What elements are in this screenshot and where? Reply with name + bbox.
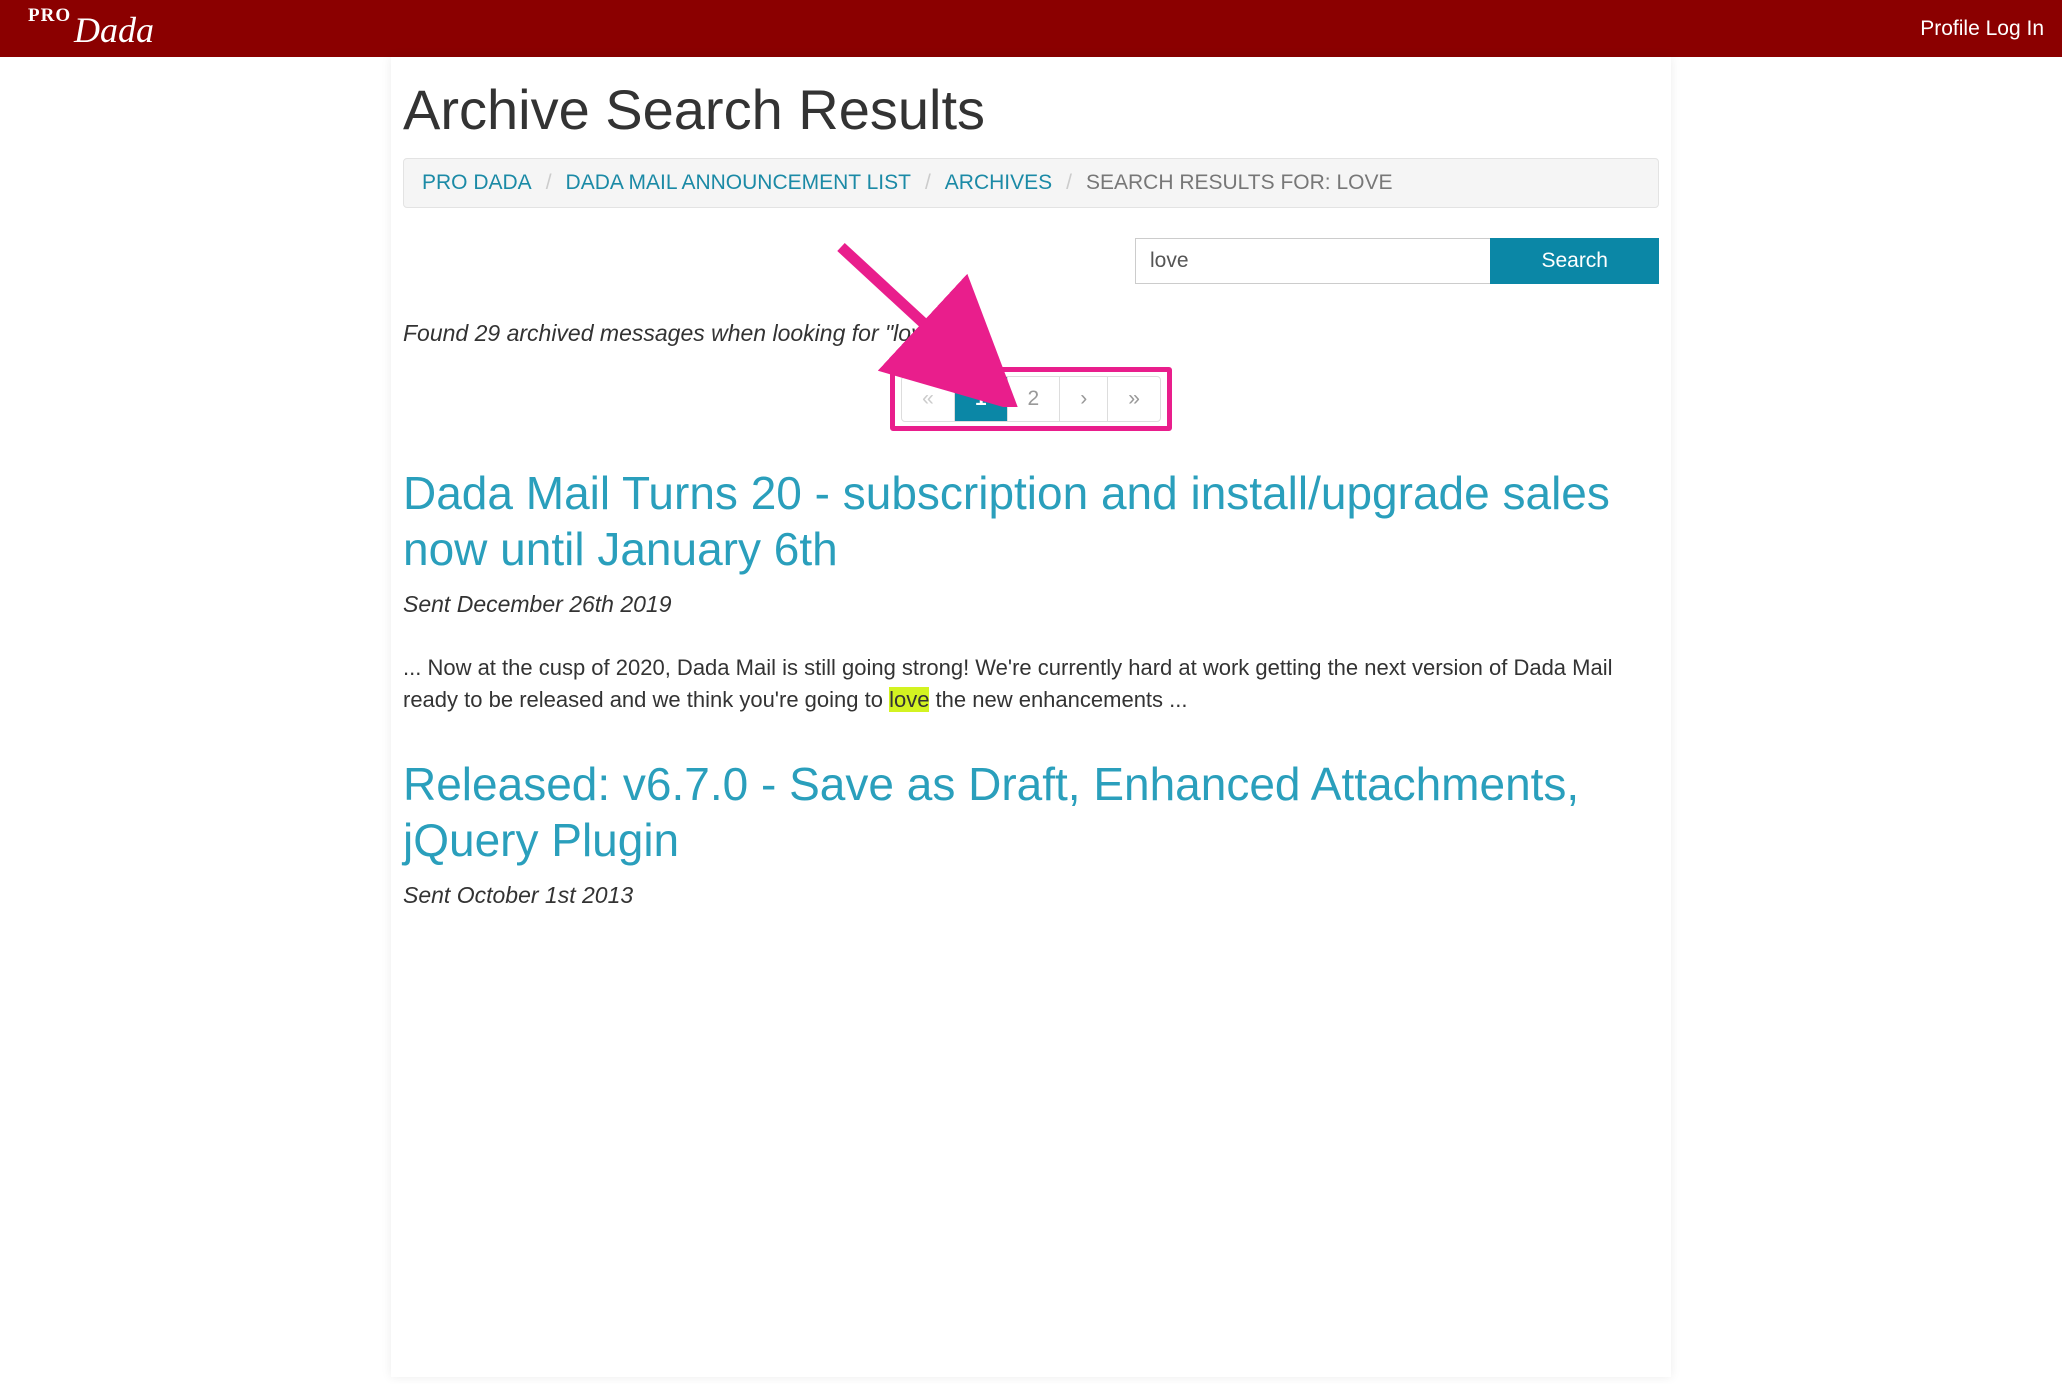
profile-login-link[interactable]: Profile Log In — [1920, 17, 2044, 41]
pagination-highlight-box: « 1 2 › » — [890, 367, 1172, 431]
page-title: Archive Search Results — [403, 57, 1659, 158]
pagination: « 1 2 › » — [901, 376, 1161, 422]
pagination-page-2[interactable]: 2 — [1008, 377, 1060, 421]
found-line: Found 29 archived messages when looking … — [403, 320, 1659, 347]
result-sent-date: Sent December 26th 2019 — [403, 591, 1659, 618]
result-title-link[interactable]: Dada Mail Turns 20 - subscription and in… — [403, 465, 1659, 577]
logo[interactable]: PRO Dada — [30, 7, 140, 51]
breadcrumb-link[interactable]: PRO DADA — [422, 171, 532, 195]
breadcrumb-current: SEARCH RESULTS FOR: LOVE — [1086, 171, 1393, 195]
pagination-next[interactable]: › — [1060, 377, 1107, 421]
breadcrumb-sep: / — [925, 171, 931, 195]
found-suffix: ": — [935, 320, 950, 346]
found-prefix: Found 29 archived messages when looking … — [403, 320, 893, 346]
breadcrumb: PRO DADA / DADA MAIL ANNOUNCEMENT LIST /… — [403, 158, 1659, 208]
search-row: Search — [403, 238, 1659, 284]
pagination-last[interactable]: » — [1108, 377, 1160, 421]
search-button[interactable]: Search — [1490, 238, 1659, 284]
search-group: Search — [1135, 238, 1659, 284]
logo-dada-text: Dada — [74, 9, 154, 51]
breadcrumb-sep: / — [1066, 171, 1072, 195]
logo-pro-text: PRO — [28, 5, 71, 27]
breadcrumb-sep: / — [546, 171, 552, 195]
search-input[interactable] — [1135, 238, 1490, 284]
breadcrumb-link[interactable]: ARCHIVES — [945, 171, 1052, 195]
found-term: love — [893, 320, 935, 346]
excerpt-after: the new enhancements ... — [929, 687, 1187, 712]
pagination-wrap: « 1 2 › » — [403, 367, 1659, 431]
pagination-page-1[interactable]: 1 — [955, 377, 1007, 421]
result-excerpt: ... Now at the cusp of 2020, Dada Mail i… — [403, 652, 1659, 716]
pagination-first[interactable]: « — [902, 377, 954, 421]
search-highlight: love — [889, 687, 929, 712]
result-sent-date: Sent October 1st 2013 — [403, 882, 1659, 909]
top-bar: PRO Dada Profile Log In — [0, 0, 2062, 57]
result-title-link[interactable]: Released: v6.7.0 - Save as Draft, Enhanc… — [403, 756, 1659, 868]
breadcrumb-link[interactable]: DADA MAIL ANNOUNCEMENT LIST — [566, 171, 911, 195]
content-wrap: Archive Search Results PRO DADA / DADA M… — [391, 57, 1671, 1377]
